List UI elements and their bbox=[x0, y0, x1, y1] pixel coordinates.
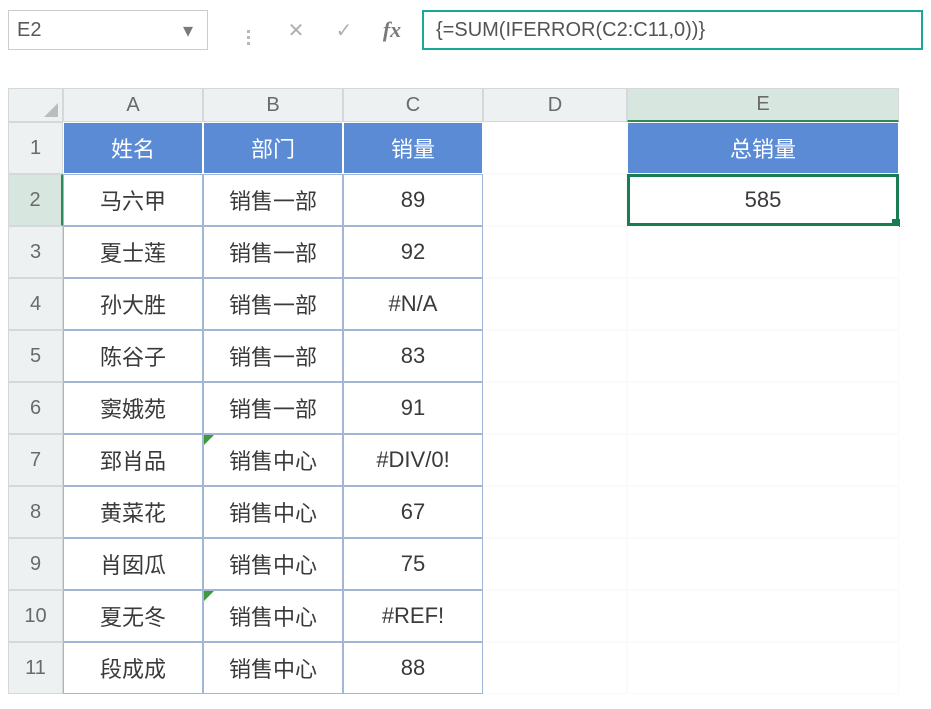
cell-D5[interactable] bbox=[483, 330, 627, 382]
formula-input[interactable]: {=SUM(IFERROR(C2:C11,0))} bbox=[422, 10, 923, 50]
cell-C1[interactable]: 销量 bbox=[343, 122, 483, 174]
cell-E8[interactable] bbox=[627, 486, 899, 538]
name-box[interactable]: ▾ bbox=[8, 10, 208, 50]
row-header-3[interactable]: 3 bbox=[8, 226, 63, 278]
formula-text: {=SUM(IFERROR(C2:C11,0))} bbox=[436, 19, 705, 42]
col-header-B[interactable]: B bbox=[203, 88, 343, 122]
cell-B4[interactable]: 销售一部 bbox=[203, 278, 343, 330]
fx-icon[interactable]: fx bbox=[380, 17, 404, 43]
row-header-8[interactable]: 8 bbox=[8, 486, 63, 538]
col-header-C[interactable]: C bbox=[343, 88, 483, 122]
name-box-input[interactable] bbox=[9, 12, 169, 48]
row-header-6[interactable]: 6 bbox=[8, 382, 63, 434]
cell-C3[interactable]: 92 bbox=[343, 226, 483, 278]
cell-B5[interactable]: 销售一部 bbox=[203, 330, 343, 382]
cell-A8[interactable]: 黄菜花 bbox=[63, 486, 203, 538]
cell-B6[interactable]: 销售一部 bbox=[203, 382, 343, 434]
formula-bar-buttons: ✕ ✓ fx bbox=[236, 10, 404, 50]
cell-C4[interactable]: #N/A bbox=[343, 278, 483, 330]
select-all-corner[interactable] bbox=[8, 88, 63, 122]
cell-A5[interactable]: 陈谷子 bbox=[63, 330, 203, 382]
cell-A11[interactable]: 段成成 bbox=[63, 642, 203, 694]
cell-C2[interactable]: 89 bbox=[343, 174, 483, 226]
cell-B11[interactable]: 销售中心 bbox=[203, 642, 343, 694]
cell-E7[interactable] bbox=[627, 434, 899, 486]
cell-D3[interactable] bbox=[483, 226, 627, 278]
cell-E10[interactable] bbox=[627, 590, 899, 642]
cell-E3[interactable] bbox=[627, 226, 899, 278]
cell-C7[interactable]: #DIV/0! bbox=[343, 434, 483, 486]
row-header-2[interactable]: 2 bbox=[8, 174, 63, 226]
cell-C5[interactable]: 83 bbox=[343, 330, 483, 382]
row-header-9[interactable]: 9 bbox=[8, 538, 63, 590]
cell-C9[interactable]: 75 bbox=[343, 538, 483, 590]
cell-A6[interactable]: 窦娥苑 bbox=[63, 382, 203, 434]
cell-D4[interactable] bbox=[483, 278, 627, 330]
grip-icon bbox=[236, 16, 260, 45]
cell-E4[interactable] bbox=[627, 278, 899, 330]
cell-B2[interactable]: 销售一部 bbox=[203, 174, 343, 226]
cell-A4[interactable]: 孙大胜 bbox=[63, 278, 203, 330]
cell-C8[interactable]: 67 bbox=[343, 486, 483, 538]
cell-D1[interactable] bbox=[483, 122, 627, 174]
cell-D11[interactable] bbox=[483, 642, 627, 694]
cell-A7[interactable]: 郅肖品 bbox=[63, 434, 203, 486]
cell-B9[interactable]: 销售中心 bbox=[203, 538, 343, 590]
row-header-7[interactable]: 7 bbox=[8, 434, 63, 486]
cell-B7[interactable]: 销售中心 bbox=[203, 434, 343, 486]
cell-E11[interactable] bbox=[627, 642, 899, 694]
cell-C11[interactable]: 88 bbox=[343, 642, 483, 694]
cell-D7[interactable] bbox=[483, 434, 627, 486]
cell-E9[interactable] bbox=[627, 538, 899, 590]
name-box-dropdown-icon[interactable]: ▾ bbox=[169, 18, 207, 43]
cell-E2-selected[interactable]: 585 bbox=[627, 174, 899, 226]
enter-icon[interactable]: ✓ bbox=[332, 18, 356, 43]
row-header-10[interactable]: 10 bbox=[8, 590, 63, 642]
cell-B3[interactable]: 销售一部 bbox=[203, 226, 343, 278]
cell-D2[interactable] bbox=[483, 174, 627, 226]
cell-D8[interactable] bbox=[483, 486, 627, 538]
cell-A1[interactable]: 姓名 bbox=[63, 122, 203, 174]
row-header-1[interactable]: 1 bbox=[8, 122, 63, 174]
formula-bar: ▾ ✕ ✓ fx {=SUM(IFERROR(C2:C11,0))} bbox=[8, 8, 923, 52]
cell-A3[interactable]: 夏士莲 bbox=[63, 226, 203, 278]
cell-D9[interactable] bbox=[483, 538, 627, 590]
cell-A2[interactable]: 马六甲 bbox=[63, 174, 203, 226]
cell-E5[interactable] bbox=[627, 330, 899, 382]
cell-B10[interactable]: 销售中心 bbox=[203, 590, 343, 642]
row-header-5[interactable]: 5 bbox=[8, 330, 63, 382]
col-header-D[interactable]: D bbox=[483, 88, 627, 122]
cell-D10[interactable] bbox=[483, 590, 627, 642]
cell-C10[interactable]: #REF! bbox=[343, 590, 483, 642]
col-header-E[interactable]: E bbox=[627, 88, 899, 122]
spreadsheet-grid[interactable]: A B C D E 1 姓名 部门 销量 总销量 2 马六甲 销售一部 89 5… bbox=[8, 88, 923, 694]
col-header-A[interactable]: A bbox=[63, 88, 203, 122]
row-header-4[interactable]: 4 bbox=[8, 278, 63, 330]
cell-A10[interactable]: 夏无冬 bbox=[63, 590, 203, 642]
cell-E1[interactable]: 总销量 bbox=[627, 122, 899, 174]
cell-E6[interactable] bbox=[627, 382, 899, 434]
cell-B8[interactable]: 销售中心 bbox=[203, 486, 343, 538]
cell-A9[interactable]: 肖囡瓜 bbox=[63, 538, 203, 590]
cell-C6[interactable]: 91 bbox=[343, 382, 483, 434]
row-header-11[interactable]: 11 bbox=[8, 642, 63, 694]
cell-D6[interactable] bbox=[483, 382, 627, 434]
cancel-icon[interactable]: ✕ bbox=[284, 18, 308, 43]
cell-B1[interactable]: 部门 bbox=[203, 122, 343, 174]
